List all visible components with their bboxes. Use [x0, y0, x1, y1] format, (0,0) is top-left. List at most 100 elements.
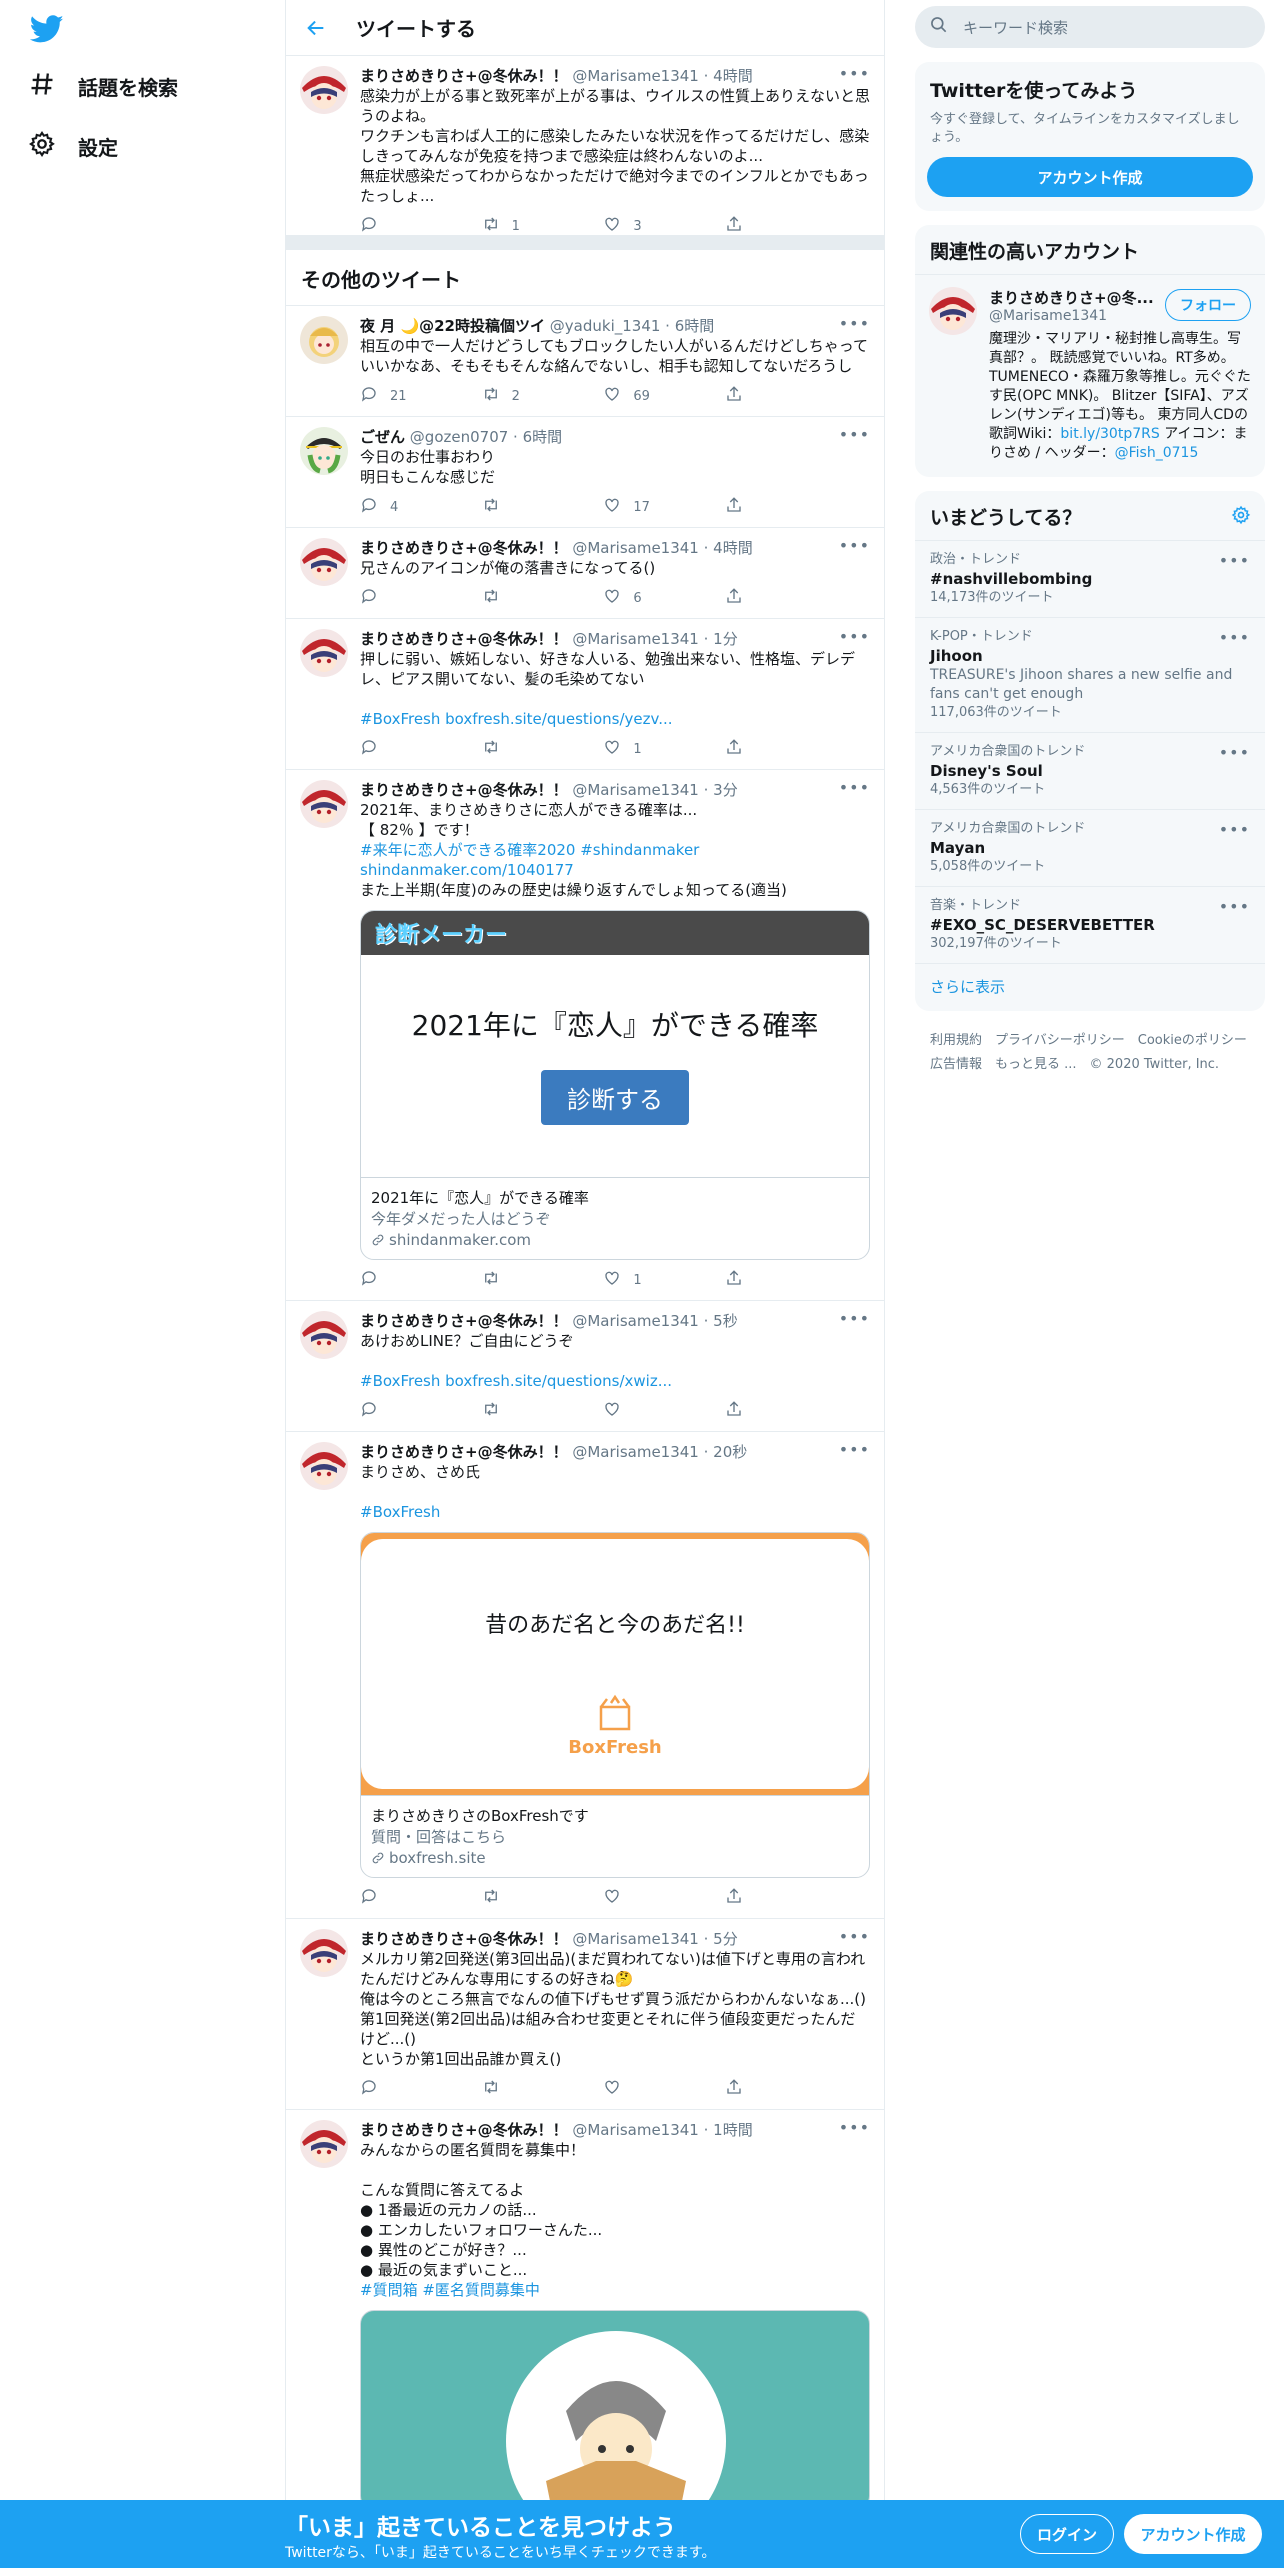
- avatar[interactable]: [300, 780, 348, 828]
- author-handle[interactable]: @Marisame1341: [572, 1930, 699, 1948]
- footer-line-2[interactable]: 広告情報 もっと見る ... © 2020 Twitter, Inc.: [930, 1053, 1250, 1077]
- retweet-button[interactable]: [482, 1269, 542, 1291]
- tweet-links[interactable]: #BoxFresh: [360, 1502, 870, 1522]
- more-icon[interactable]: •••: [1219, 628, 1250, 647]
- more-icon[interactable]: •••: [839, 1440, 870, 1459]
- author-handle[interactable]: @Marisame1341: [572, 1312, 699, 1330]
- more-icon[interactable]: •••: [839, 1927, 870, 1946]
- search-input[interactable]: キーワード検索: [963, 17, 1068, 38]
- reply-button[interactable]: 21: [360, 385, 420, 407]
- like-button[interactable]: 69: [603, 385, 663, 407]
- twitter-logo-icon[interactable]: [29, 12, 64, 46]
- trend-item[interactable]: 政治・トレンド ••• #nashvillebombing 14,173件のツイート: [915, 541, 1265, 618]
- retweet-button[interactable]: [482, 587, 542, 609]
- share-button[interactable]: [725, 1887, 785, 1909]
- share-button[interactable]: [725, 738, 785, 760]
- more-icon[interactable]: •••: [839, 64, 870, 83]
- reply-button[interactable]: [360, 738, 420, 760]
- author-name[interactable]: ごぜん: [360, 428, 405, 446]
- avatar[interactable]: [300, 1929, 348, 1977]
- author-handle[interactable]: @Marisame1341: [572, 2121, 699, 2139]
- trend-item[interactable]: アメリカ合衆国のトレンド ••• Disney's Soul 4,563件のツイート: [915, 733, 1265, 810]
- avatar[interactable]: [300, 1311, 348, 1359]
- bio-link[interactable]: bit.ly/30tp7RS: [1060, 426, 1159, 442]
- share-button[interactable]: [725, 215, 785, 237]
- retweet-button[interactable]: 1: [482, 215, 542, 237]
- avatar[interactable]: [300, 316, 348, 364]
- avatar[interactable]: [300, 2120, 348, 2168]
- retweet-button[interactable]: 2: [482, 385, 542, 407]
- tweet[interactable]: まりさめきりさ+@冬休み！！ @Marisame1341 · 20秒 ••• まりさ…: [286, 1432, 884, 1919]
- diagnose-button[interactable]: 診断する: [541, 1069, 689, 1125]
- like-button[interactable]: [603, 1887, 663, 1909]
- tweet[interactable]: まりさめきりさ+@冬休み！！ @Marisame1341 · 4時間 ••• 兄さん…: [286, 528, 884, 619]
- author-name[interactable]: まりさめきりさ+@冬休み！！: [360, 2121, 568, 2139]
- avatar[interactable]: [300, 1442, 348, 1490]
- reply-button[interactable]: [360, 1887, 420, 1909]
- avatar[interactable]: [300, 538, 348, 586]
- tweet[interactable]: まりさめきりさ+@冬休み！！ @Marisame1341 · 5秒 ••• あけおめ…: [286, 1301, 884, 1432]
- avatar[interactable]: [929, 287, 977, 335]
- more-icon[interactable]: •••: [839, 627, 870, 646]
- bio-mention-link[interactable]: @Fish_0715: [1115, 445, 1199, 461]
- author-handle[interactable]: @gozen0707: [410, 428, 508, 446]
- like-button[interactable]: 17: [603, 496, 663, 518]
- trend-item[interactable]: 音楽・トレンド ••• #EXO_SC_DESERVEBETTER 302,197件の…: [915, 887, 1265, 964]
- share-button[interactable]: [725, 496, 785, 518]
- link-card[interactable]: 診断メーカー 2021年に『恋人』ができる確率 診断する 2021年に『恋人』ができる…: [360, 910, 870, 1260]
- author-name[interactable]: まりさめきりさ+@冬休み！！: [360, 67, 568, 85]
- more-icon[interactable]: •••: [839, 536, 870, 555]
- tweet-links[interactable]: #BoxFresh boxfresh.site/questions/yezv..…: [360, 709, 870, 729]
- reply-button[interactable]: [360, 1400, 420, 1422]
- reply-button[interactable]: [360, 1269, 420, 1291]
- author-name[interactable]: まりさめきりさ+@冬休み！！: [360, 630, 568, 648]
- show-more-link[interactable]: さらに表示: [915, 964, 1265, 1011]
- author-name[interactable]: まりさめきりさ+@冬休み！！: [360, 781, 568, 799]
- avatar[interactable]: [300, 629, 348, 677]
- footer-line-1[interactable]: 利用規約 プライバシーポリシー Cookieのポリシー: [930, 1029, 1250, 1053]
- share-button[interactable]: [725, 2078, 785, 2100]
- avatar[interactable]: [300, 66, 348, 114]
- reply-button[interactable]: 4: [360, 496, 420, 518]
- tweet-time[interactable]: 5分: [713, 1930, 738, 1948]
- tweet[interactable]: まりさめきりさ+@冬休み！！ @Marisame1341 · 1時間 ••• みんな…: [286, 2110, 884, 2521]
- tweet-links[interactable]: #質問箱 #匿名質問募集中: [360, 2280, 870, 2300]
- follow-button[interactable]: フォロー: [1165, 289, 1251, 321]
- more-icon[interactable]: •••: [839, 778, 870, 797]
- back-arrow-icon[interactable]: [300, 12, 332, 44]
- login-button[interactable]: ログイン: [1020, 2514, 1114, 2554]
- main-tweet[interactable]: まりさめきりさ+@冬休み！！ @Marisame1341 · 4時間 ••• 感…: [286, 56, 884, 236]
- retweet-button[interactable]: [482, 496, 542, 518]
- signup-button[interactable]: アカウント作成: [1124, 2514, 1262, 2554]
- author-name[interactable]: 夜 月 🌙@22時投稿個ツイ: [360, 317, 545, 335]
- tweet[interactable]: まりさめきりさ+@冬休み！！ @Marisame1341 · 1分 ••• 押しに弱…: [286, 619, 884, 770]
- tweet-time[interactable]: 6時間: [523, 428, 563, 446]
- tweet[interactable]: まりさめきりさ+@冬休み！！ @Marisame1341 · 5分 ••• メルカリ…: [286, 1919, 884, 2110]
- more-icon[interactable]: •••: [1219, 897, 1250, 916]
- author-handle[interactable]: @Marisame1341: [572, 781, 699, 799]
- tweet-time[interactable]: 20秒: [713, 1443, 747, 1461]
- trend-item[interactable]: K-POP・トレンド ••• Jihoon TREASURE's Jihoon sha…: [915, 618, 1265, 733]
- search-box[interactable]: キーワード検索: [915, 6, 1265, 48]
- share-button[interactable]: [725, 385, 785, 407]
- tweet-time[interactable]: 1時間: [713, 2121, 753, 2139]
- like-button[interactable]: 1: [603, 738, 663, 760]
- retweet-button[interactable]: [482, 1887, 542, 1909]
- author-handle[interactable]: @Marisame1341: [572, 67, 699, 85]
- retweet-button[interactable]: [482, 1400, 542, 1422]
- more-icon[interactable]: •••: [1219, 743, 1250, 762]
- like-button[interactable]: [603, 1400, 663, 1422]
- tweet-time[interactable]: 1分: [713, 630, 738, 648]
- share-button[interactable]: [725, 1269, 785, 1291]
- create-account-button[interactable]: アカウント作成: [927, 157, 1253, 197]
- tweet-time[interactable]: 4時間: [713, 539, 753, 557]
- like-button[interactable]: 6: [603, 587, 663, 609]
- reply-button[interactable]: [360, 2078, 420, 2100]
- more-icon[interactable]: •••: [1219, 820, 1250, 839]
- avatar[interactable]: [300, 427, 348, 475]
- reply-button[interactable]: [360, 587, 420, 609]
- like-button[interactable]: 3: [603, 215, 663, 237]
- settings-gear-icon[interactable]: [1231, 505, 1251, 530]
- tweet-links[interactable]: #来年に恋人ができる確率2020 #shindanmaker shindanma…: [360, 840, 870, 880]
- author-handle[interactable]: @Marisame1341: [572, 539, 699, 557]
